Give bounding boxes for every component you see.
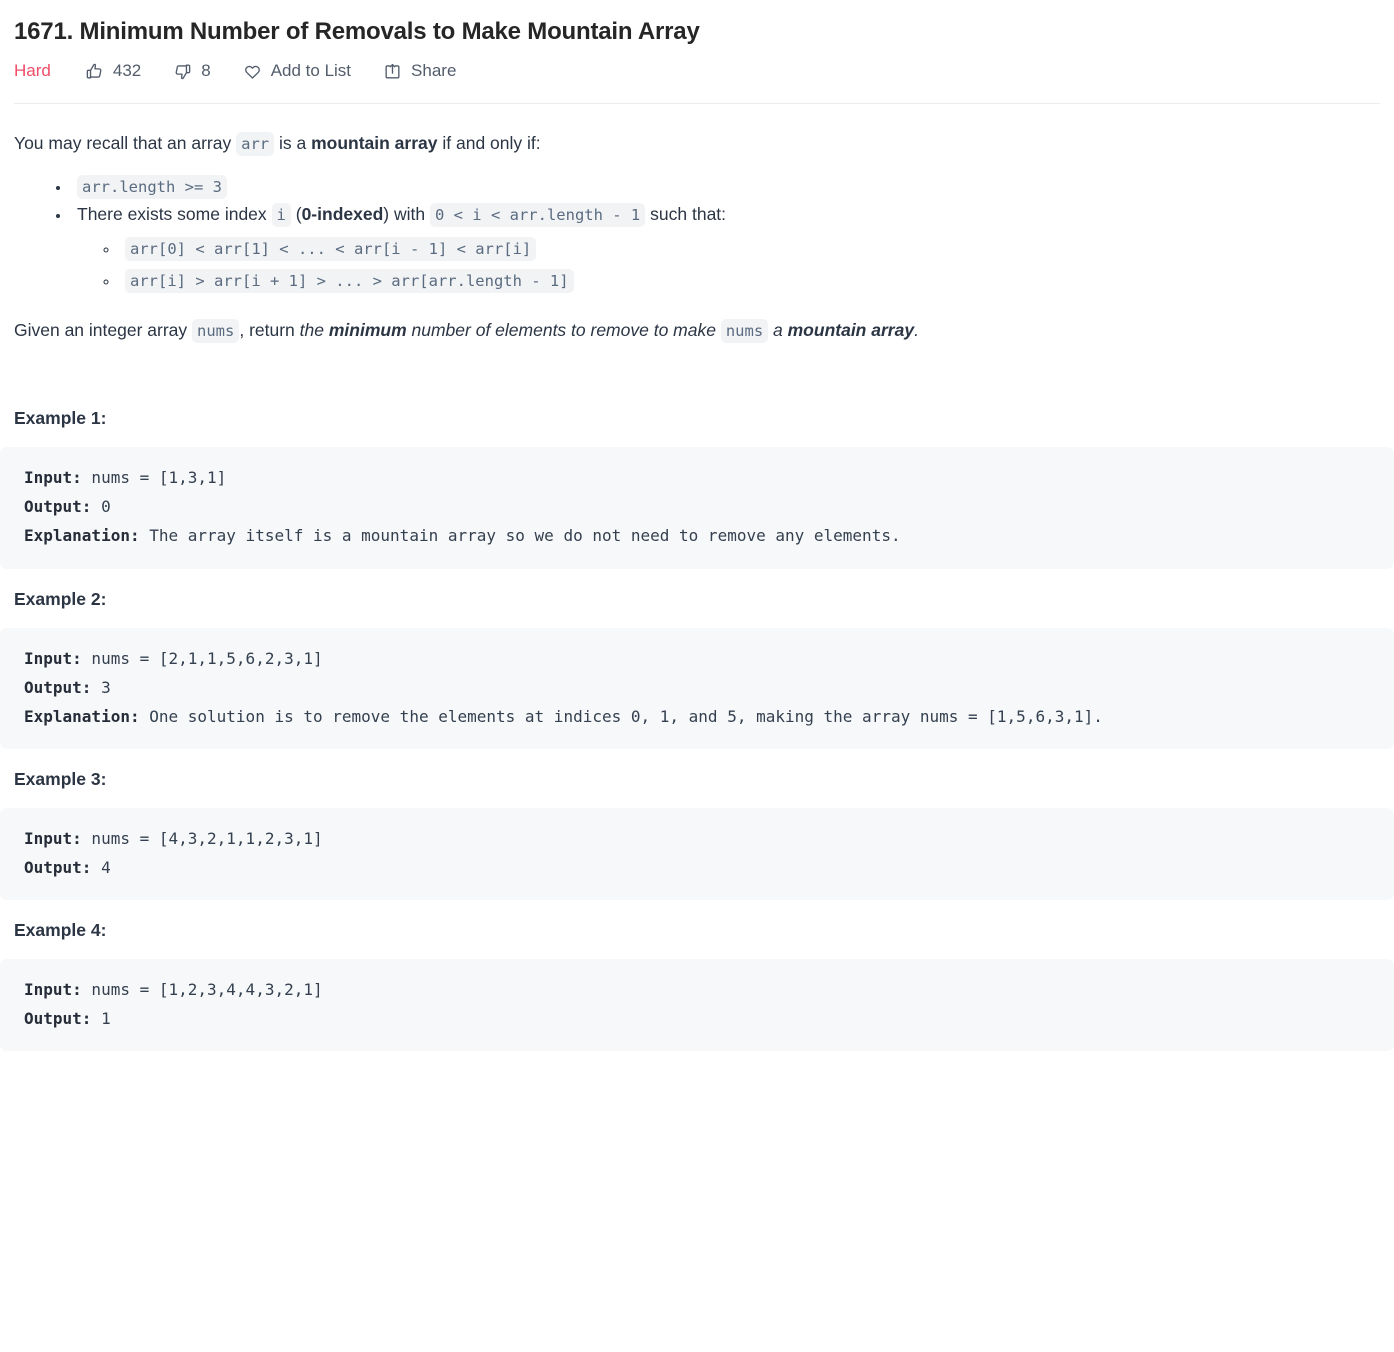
share-icon	[383, 62, 402, 81]
explanation-label: Explanation:	[24, 706, 140, 726]
intro-text-1: You may recall that an array	[14, 133, 237, 154]
difficulty-badge: Hard	[14, 61, 51, 81]
dislike-button[interactable]: 8	[173, 61, 211, 81]
example-heading: Example 1:	[14, 408, 107, 429]
share-button[interactable]: Share	[383, 61, 456, 81]
output-value: 1	[91, 1009, 111, 1029]
task-italic-1: the	[299, 319, 329, 340]
add-to-list-button[interactable]: Add to List	[243, 61, 351, 81]
thumbs-down-icon	[173, 62, 192, 81]
example-heading: Example 3:	[14, 768, 107, 789]
bullet2-bold-zero-indexed: 0-indexed	[301, 203, 384, 224]
output-label: Output:	[24, 497, 92, 517]
bullet2-text-c: ) with	[383, 203, 430, 224]
output-value: 4	[91, 858, 111, 878]
example-2: Example 2: Input: nums = [2,1,1,5,6,2,3,…	[0, 589, 1394, 749]
bullet2-text-a: There exists some index	[77, 203, 272, 224]
example-code-block: Input: nums = [1,3,1] Output: 0 Explanat…	[0, 447, 1394, 569]
bullet2-text-d: such that:	[645, 203, 727, 224]
list-item: arr[i] > arr[i + 1] > ... > arr[arr.leng…	[119, 266, 1380, 294]
example-heading: Example 4:	[14, 920, 107, 941]
input-value: nums = [2,1,1,5,6,2,3,1]	[81, 648, 323, 668]
example-4: Example 4: Input: nums = [1,2,3,4,4,3,2,…	[0, 920, 1394, 1052]
task-bold-minimum: minimum	[328, 319, 407, 340]
output-value: 3	[91, 677, 111, 697]
bullet2-text-b: (	[290, 203, 302, 224]
problem-page: 1671. Minimum Number of Removals to Make…	[0, 0, 1394, 1352]
explanation-label: Explanation:	[24, 526, 140, 546]
intro-paragraph: You may recall that an array arr is a mo…	[14, 129, 1380, 157]
bottom-spacer	[0, 1051, 1394, 1073]
output-label: Output:	[24, 1009, 92, 1029]
output-label: Output:	[24, 677, 92, 697]
task-text-2: , return	[239, 319, 300, 340]
example-3: Example 3: Input: nums = [4,3,2,1,1,2,3,…	[0, 768, 1394, 901]
inline-code-ascending: arr[0] < arr[1] < ... < arr[i - 1] < arr…	[125, 237, 537, 262]
thumbs-up-icon	[85, 62, 104, 81]
mountain-conditions-sublist: arr[0] < arr[1] < ... < arr[i - 1] < arr…	[77, 234, 1380, 294]
inline-code-nums-1: nums	[192, 318, 240, 343]
like-count: 432	[112, 61, 142, 81]
inline-code-nums-2: nums	[720, 318, 769, 343]
header-divider	[14, 103, 1380, 105]
inline-code-range: 0 < i < arr.length - 1	[429, 202, 646, 227]
input-label: Input:	[24, 828, 82, 848]
example-code-block: Input: nums = [2,1,1,5,6,2,3,1] Output: …	[0, 627, 1394, 749]
page-title: 1671. Minimum Number of Removals to Make…	[14, 18, 700, 45]
input-label: Input:	[24, 468, 82, 488]
list-item: There exists some index i (0-indexed) wi…	[71, 200, 1380, 294]
intro-text-2: is a	[274, 133, 312, 154]
task-italic-2: number of elements to remove to make	[406, 319, 721, 340]
examples-section: Example 1: Input: nums = [1,3,1] Output:…	[0, 408, 1394, 1073]
example-code-block: Input: nums = [4,3,2,1,1,2,3,1] Output: …	[0, 807, 1394, 901]
input-label: Input:	[24, 980, 82, 1000]
task-paragraph: Given an integer array nums, return the …	[14, 316, 1380, 344]
list-item: arr[0] < arr[1] < ... < arr[i - 1] < arr…	[119, 234, 1380, 262]
input-value: nums = [1,2,3,4,4,3,2,1]	[81, 980, 323, 1000]
inline-code-i: i	[271, 202, 291, 227]
task-period: .	[914, 319, 919, 340]
task-italic-3: a	[768, 319, 788, 340]
problem-meta-row: Hard 432 8 Add to List Share	[0, 47, 1394, 81]
explanation-value: The array itself is a mountain array so …	[139, 526, 901, 546]
share-label: Share	[411, 61, 457, 81]
intro-text-3: if and only if:	[437, 133, 541, 154]
task-text-1: Given an integer array	[14, 319, 193, 340]
explanation-value: One solution is to remove the elements a…	[139, 706, 1103, 726]
output-value: 0	[91, 497, 111, 517]
task-bold-mountain-array: mountain array	[787, 319, 915, 340]
example-1: Example 1: Input: nums = [1,3,1] Output:…	[0, 408, 1394, 569]
example-code-block: Input: nums = [1,2,3,4,4,3,2,1] Output: …	[0, 959, 1394, 1052]
inline-code-arr: arr	[236, 132, 275, 157]
add-to-list-label: Add to List	[270, 61, 352, 81]
example-heading: Example 2:	[14, 588, 107, 609]
output-label: Output:	[24, 858, 92, 878]
mountain-conditions-list: arr.length >= 3 There exists some index …	[14, 172, 1380, 294]
inline-code-arr-length: arr.length >= 3	[77, 174, 227, 199]
dislike-count: 8	[201, 61, 211, 81]
list-item: arr.length >= 3	[71, 172, 1380, 200]
input-value: nums = [1,3,1]	[81, 468, 227, 488]
heart-icon	[243, 62, 262, 81]
inline-code-descending: arr[i] > arr[i + 1] > ... > arr[arr.leng…	[125, 268, 574, 293]
problem-description: You may recall that an array arr is a mo…	[0, 129, 1394, 344]
intro-bold-mountain-array: mountain array	[311, 133, 438, 154]
like-button[interactable]: 432	[85, 61, 141, 81]
input-label: Input:	[24, 648, 82, 668]
input-value: nums = [4,3,2,1,1,2,3,1]	[81, 828, 323, 848]
